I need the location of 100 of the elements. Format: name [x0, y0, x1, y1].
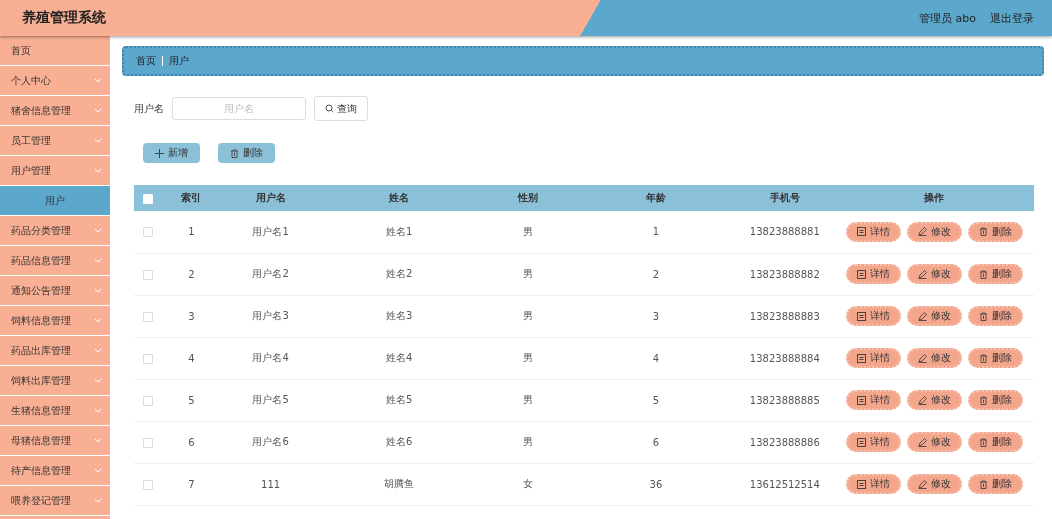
pencil-icon [917, 353, 927, 363]
table-cell: 男 [522, 310, 533, 321]
add-button[interactable]: 新增 [143, 143, 200, 163]
document-icon [856, 479, 866, 489]
breadcrumb-link[interactable]: 首页 [136, 54, 156, 68]
table-cell: 胡腾鱼 [384, 478, 415, 489]
delete-button[interactable]: 删除 [967, 432, 1023, 452]
chevron-icon [94, 498, 102, 503]
row-checkbox[interactable] [142, 353, 153, 364]
sidebar-item[interactable]: 药品信息管理 [0, 246, 110, 276]
column-header: 性别 [517, 192, 538, 203]
column-header: 年龄 [646, 192, 666, 203]
table-cell: 男 [522, 352, 533, 363]
search-label: 用户名 [134, 101, 164, 116]
edit-button[interactable]: 修改 [906, 474, 962, 494]
delete-button[interactable]: 删除 [967, 348, 1023, 368]
edit-button[interactable]: 修改 [906, 432, 962, 452]
table-cell: 5 [652, 394, 660, 406]
sidebar-item[interactable]: 饲料信息管理 [0, 306, 110, 336]
sidebar-item[interactable]: 首页 [0, 36, 110, 66]
document-icon [856, 269, 866, 279]
pencil-icon [917, 395, 927, 405]
table-cell: 用户名5 [252, 394, 289, 405]
chevron-icon [94, 468, 102, 473]
chevron-icon [94, 438, 102, 443]
table-cell: 姓名3 [385, 310, 413, 321]
edit-button[interactable]: 修改 [906, 390, 962, 410]
pencil-icon [917, 479, 927, 489]
table-cell: 13823888881 [749, 226, 820, 238]
user-name: 管理员 abo [919, 10, 976, 26]
delete-button[interactable]: 删除 [967, 264, 1023, 284]
row-checkbox[interactable] [142, 311, 153, 322]
sidebar-item[interactable]: 喂养登记管理 [0, 486, 110, 516]
edit-button[interactable]: 修改 [906, 306, 962, 326]
row-checkbox[interactable] [142, 227, 153, 238]
edit-button[interactable]: 修改 [906, 348, 962, 368]
table-cell: 用户名1 [252, 225, 289, 237]
table-cell: 用户名6 [252, 436, 289, 447]
details-button[interactable]: 详情 [845, 474, 901, 494]
row-checkbox[interactable] [142, 479, 153, 490]
details-button[interactable]: 详情 [845, 221, 901, 242]
table-cell: 用户名2 [252, 268, 289, 279]
delete-button[interactable]: 删除 [967, 221, 1023, 242]
table-cell: 1 [188, 226, 195, 238]
select-all-checkbox[interactable] [142, 193, 153, 204]
search-button[interactable]: 查询 [314, 96, 368, 121]
delete-button[interactable]: 删除 [218, 143, 275, 163]
sidebar-item[interactable]: 生猪信息管理 [0, 396, 110, 426]
delete-button[interactable]: 删除 [967, 390, 1023, 410]
sidebar-item[interactable]: 员工管理 [0, 126, 110, 156]
column-header: 手机号 [769, 192, 800, 203]
table-cell: 4 [188, 352, 195, 364]
document-icon [856, 437, 866, 447]
sidebar-item[interactable]: 母猪信息管理 [0, 426, 110, 456]
row-checkbox[interactable] [142, 395, 153, 406]
edit-button[interactable]: 修改 [906, 221, 962, 242]
table-cell: 男 [522, 225, 533, 237]
column-header: 索引 [181, 192, 202, 203]
sidebar-item[interactable]: 药品出库管理 [0, 336, 110, 366]
trash-icon [978, 269, 988, 279]
delete-button[interactable]: 删除 [967, 306, 1023, 326]
sidebar-subitem[interactable]: 用户 [0, 186, 110, 216]
sidebar-item[interactable]: 个人中心 [0, 66, 110, 96]
table-cell: 13823888884 [749, 352, 820, 364]
document-icon [856, 395, 866, 405]
details-button[interactable]: 详情 [845, 306, 901, 326]
search-field[interactable]: 用户名 [172, 97, 306, 120]
sidebar-item[interactable]: 猪舍信息管理 [0, 96, 110, 126]
row-checkbox[interactable] [142, 437, 153, 448]
sidebar-item[interactable]: 通知公告管理 [0, 276, 110, 306]
chevron-icon [94, 108, 102, 113]
chevron-icon [94, 348, 102, 353]
chevron-icon [94, 408, 102, 413]
chevron-icon [94, 78, 102, 83]
details-button[interactable]: 详情 [845, 264, 901, 284]
logout-link[interactable]: 退出登录 [990, 10, 1034, 26]
table-cell: 用户名3 [252, 310, 289, 321]
document-icon [856, 311, 866, 321]
table-cell: 2 [188, 268, 195, 280]
table-cell: 13823888885 [749, 394, 820, 406]
sidebar-item[interactable]: 待产信息管理 [0, 456, 110, 486]
table-cell: 2 [652, 268, 660, 280]
sidebar-item[interactable]: 饲料出库管理 [0, 366, 110, 396]
table-cell: 3 [652, 310, 660, 322]
plus-icon [155, 148, 164, 158]
details-button[interactable]: 详情 [845, 390, 901, 410]
edit-button[interactable]: 修改 [906, 264, 962, 284]
trash-icon [978, 479, 988, 489]
breadcrumb-link[interactable]: 用户 [169, 54, 189, 68]
details-button[interactable]: 详情 [845, 432, 901, 452]
delete-button[interactable]: 删除 [967, 474, 1023, 494]
chevron-icon [94, 228, 102, 233]
sidebar-item[interactable]: 药品分类管理 [0, 216, 110, 246]
details-button[interactable]: 详情 [845, 348, 901, 368]
table-cell: 姓名5 [385, 394, 413, 405]
search-icon [325, 104, 334, 113]
trash-icon [978, 395, 988, 405]
chevron-icon [94, 258, 102, 263]
row-checkbox[interactable] [142, 269, 153, 280]
trash-icon [978, 311, 988, 321]
